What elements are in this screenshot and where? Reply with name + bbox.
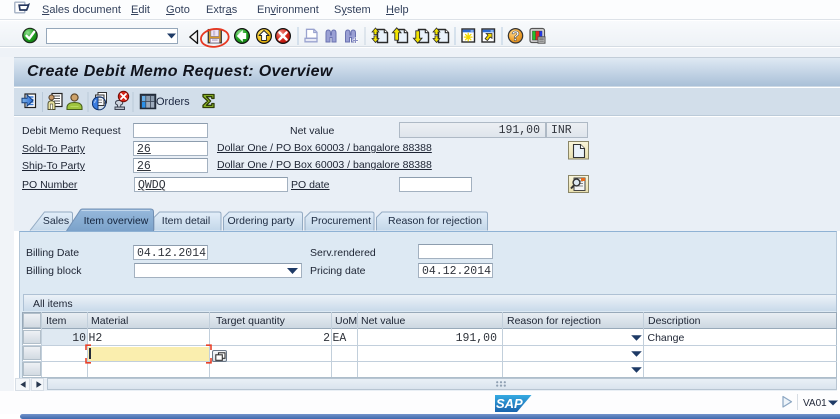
- svg-text:SAP: SAP: [496, 396, 523, 411]
- svg-text:?: ?: [511, 29, 519, 44]
